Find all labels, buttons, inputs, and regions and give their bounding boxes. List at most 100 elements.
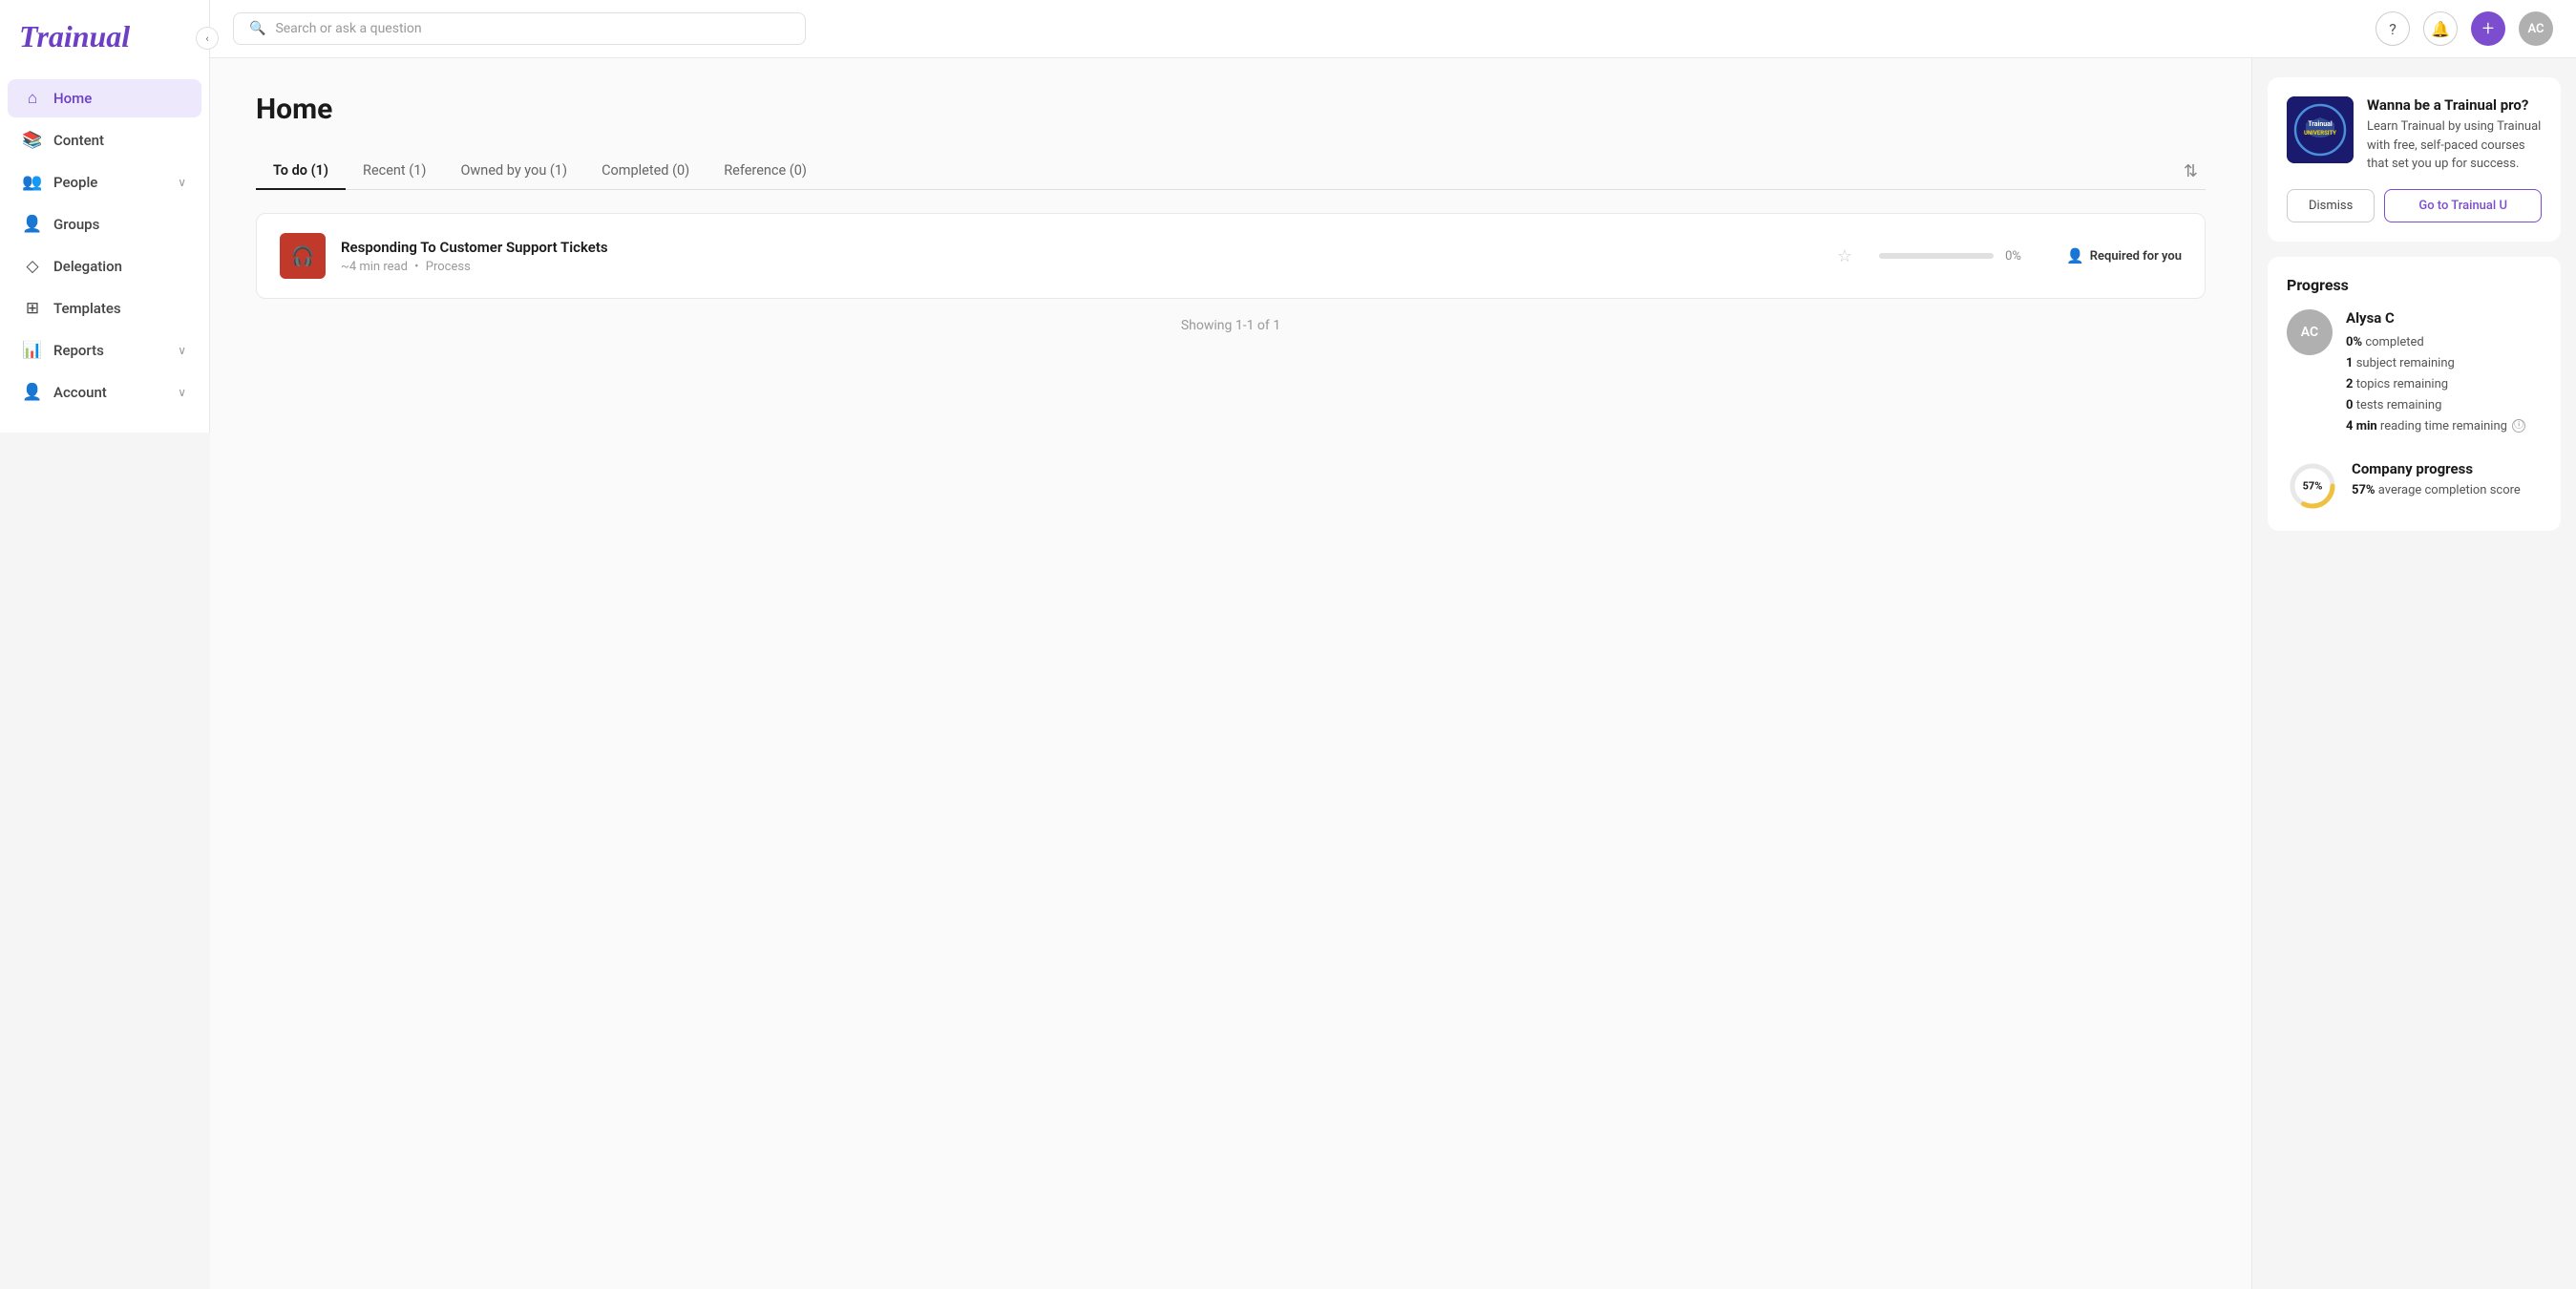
task-meta-dot: • <box>414 260 422 274</box>
sidebar-item-groups[interactable]: 👤 Groups <box>8 205 201 243</box>
stat-completed-pct: 0% <box>2346 335 2362 349</box>
trainual-u-logo: Trainual UNIVERSITY <box>2287 96 2354 163</box>
sidebar-item-label: Account <box>53 384 107 401</box>
stat-subjects-label: subject remaining <box>2356 356 2455 370</box>
company-progress: 57% Company progress 57% average complet… <box>2287 460 2542 512</box>
goto-trainual-u-button[interactable]: Go to Trainual U <box>2384 189 2542 222</box>
task-type: Process <box>426 260 471 274</box>
groups-icon: 👤 <box>23 215 42 234</box>
trainual-u-card: Trainual UNIVERSITY Wanna be a Trainual … <box>2268 77 2561 242</box>
stat-completed-label: completed <box>2365 335 2423 349</box>
content-icon: 📚 <box>23 131 42 150</box>
sidebar-item-label: Delegation <box>53 258 122 275</box>
trainual-u-title: Wanna be a Trainual pro? <box>2367 96 2542 114</box>
logo-text: Trainual <box>19 19 130 53</box>
company-donut-chart: 57% <box>2287 460 2338 512</box>
task-required: 👤 Required for you <box>2066 247 2182 264</box>
stat-subjects-count: 1 <box>2346 356 2353 370</box>
stat-topics-label: topics remaining <box>2356 377 2448 391</box>
sort-icon[interactable]: ⇅ <box>2176 161 2206 181</box>
chevron-down-icon: ∨ <box>178 386 186 399</box>
templates-icon: ⊞ <box>23 299 42 318</box>
task-read-time: ~4 min read <box>341 260 408 274</box>
user-avatar: AC <box>2287 309 2333 355</box>
company-stats: Company progress 57% average completion … <box>2352 460 2542 500</box>
tab-recent[interactable]: Recent (1) <box>346 153 443 190</box>
main-content: Home To do (1) Recent (1) Owned by you (… <box>210 58 2251 1289</box>
sidebar-item-people[interactable]: 👥 People ∨ <box>8 163 201 201</box>
sidebar-item-label: Reports <box>53 342 104 359</box>
sidebar-item-label: People <box>53 174 97 191</box>
account-icon: 👤 <box>23 383 42 402</box>
task-meta: ~4 min read • Process <box>341 260 1822 274</box>
company-avg-label: average completion score <box>2378 483 2521 497</box>
page-title: Home <box>256 93 2206 126</box>
sidebar: Trainual ⌂ Home 📚 Content 👥 People ∨ 👤 G… <box>0 0 210 433</box>
user-stats: Alysa C 0% completed 1 subject remaining… <box>2346 309 2542 437</box>
search-icon: 🔍 <box>249 21 265 36</box>
search-placeholder: Search or ask a question <box>275 21 421 36</box>
user-avatar-button[interactable]: AC <box>2519 11 2553 46</box>
stat-topics: 2 topics remaining <box>2346 374 2542 395</box>
required-person-icon: 👤 <box>2066 247 2084 264</box>
sidebar-item-delegation[interactable]: ◇ Delegation <box>8 247 201 285</box>
stat-completed: 0% completed <box>2346 332 2542 353</box>
sidebar-item-account[interactable]: 👤 Account ∨ <box>8 373 201 412</box>
header: 🔍 Search or ask a question ? 🔔 + AC <box>210 0 2576 58</box>
stat-reading: 4 min reading time remaining ⓘ <box>2346 416 2542 437</box>
stat-tests: 0 tests remaining <box>2346 395 2542 416</box>
task-card: 🎧 Responding To Customer Support Tickets… <box>256 213 2206 299</box>
company-avg-pct: 57% <box>2352 483 2375 497</box>
donut-center-label: 57% <box>2303 479 2323 492</box>
company-avg: 57% average completion score <box>2352 481 2542 500</box>
info-icon[interactable]: ⓘ <box>2512 419 2525 433</box>
right-panel: Trainual UNIVERSITY Wanna be a Trainual … <box>2251 58 2576 1289</box>
sidebar-collapse-button[interactable]: ‹ <box>196 27 219 50</box>
chevron-down-icon: ∨ <box>178 344 186 357</box>
trainual-u-desc: Learn Trainual by using Trainual with fr… <box>2367 117 2542 174</box>
stat-tests-count: 0 <box>2346 398 2353 412</box>
logo: Trainual <box>0 19 209 77</box>
stat-tests-label: tests remaining <box>2356 398 2442 412</box>
progress-card: Progress AC Alysa C 0% completed 1 subje… <box>2268 257 2561 531</box>
required-label: Required for you <box>2090 249 2182 264</box>
stat-reading-label: reading time remaining <box>2380 419 2507 433</box>
add-button[interactable]: + <box>2471 11 2505 46</box>
tab-todo[interactable]: To do (1) <box>256 153 346 190</box>
sidebar-item-templates[interactable]: ⊞ Templates <box>8 289 201 328</box>
svg-text:UNIVERSITY: UNIVERSITY <box>2304 130 2336 137</box>
sidebar-item-home[interactable]: ⌂ Home <box>8 79 201 117</box>
task-thumbnail: 🎧 <box>280 233 326 279</box>
header-actions: ? 🔔 + AC <box>2375 11 2553 46</box>
sidebar-item-content[interactable]: 📚 Content <box>8 121 201 159</box>
stat-subjects: 1 subject remaining <box>2346 353 2542 374</box>
progress-percent: 0% <box>2005 249 2032 264</box>
tab-completed[interactable]: Completed (0) <box>584 153 707 190</box>
user-progress: AC Alysa C 0% completed 1 subject remain… <box>2287 309 2542 437</box>
user-name: Alysa C <box>2346 309 2542 327</box>
tab-owned[interactable]: Owned by you (1) <box>443 153 584 190</box>
stat-topics-count: 2 <box>2346 377 2353 391</box>
sidebar-item-label: Home <box>53 90 92 107</box>
sidebar-item-label: Groups <box>53 216 99 233</box>
tabs-bar: To do (1) Recent (1) Owned by you (1) Co… <box>256 153 2206 190</box>
home-icon: ⌂ <box>23 89 42 108</box>
task-info: Responding To Customer Support Tickets ~… <box>341 239 1822 274</box>
progress-bar <box>1879 253 1994 259</box>
tab-reference[interactable]: Reference (0) <box>707 153 824 190</box>
task-title[interactable]: Responding To Customer Support Tickets <box>341 239 1822 256</box>
stat-reading-time: 4 min <box>2346 419 2377 433</box>
star-icon[interactable]: ☆ <box>1837 246 1852 266</box>
progress-section-title: Progress <box>2287 276 2542 294</box>
search-bar[interactable]: 🔍 Search or ask a question <box>233 12 806 45</box>
sidebar-item-label: Content <box>53 132 104 149</box>
sidebar-item-reports[interactable]: 📊 Reports ∨ <box>8 331 201 370</box>
help-button[interactable]: ? <box>2375 11 2410 46</box>
company-progress-title: Company progress <box>2352 460 2542 477</box>
showing-count: Showing 1-1 of 1 <box>256 318 2206 333</box>
reports-icon: 📊 <box>23 341 42 360</box>
sidebar-item-label: Templates <box>53 300 121 317</box>
notifications-button[interactable]: 🔔 <box>2423 11 2458 46</box>
dismiss-button[interactable]: Dismiss <box>2287 189 2375 222</box>
people-icon: 👥 <box>23 173 42 192</box>
